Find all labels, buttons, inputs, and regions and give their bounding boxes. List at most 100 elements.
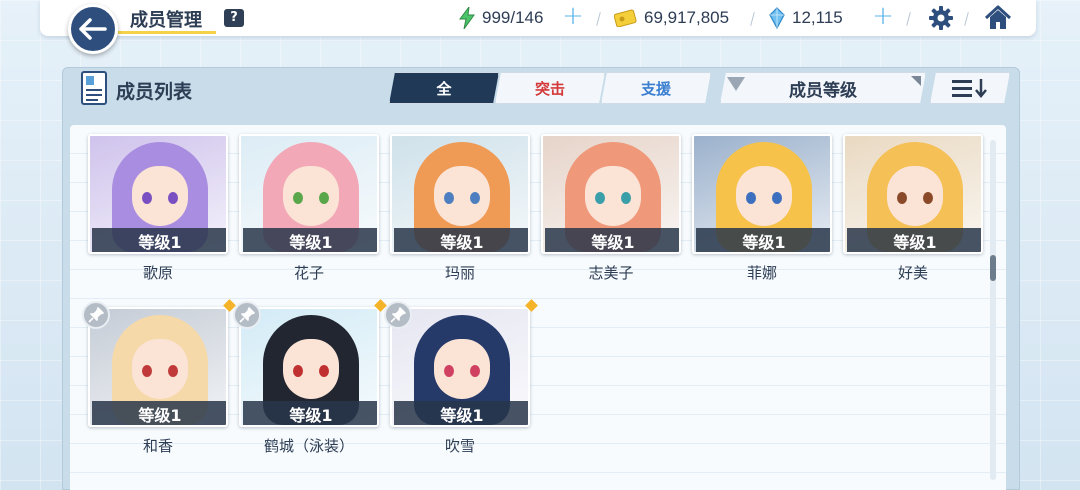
face-shape	[585, 166, 641, 226]
member-card[interactable]: 等级1 好美	[843, 134, 983, 282]
member-name: 志美子	[588, 264, 634, 282]
member-card[interactable]: 等级1 花子	[239, 134, 379, 282]
member-name: 好美	[897, 264, 928, 282]
credits-display: 69,917,805	[614, 8, 729, 28]
eye-shape	[595, 192, 605, 204]
add-gems-button[interactable]: +	[872, 3, 894, 29]
eye-shape	[444, 365, 454, 377]
eye-shape	[293, 365, 303, 377]
credit-card-icon	[614, 9, 637, 27]
eye-shape	[293, 192, 303, 204]
panel-title: 成员列表	[116, 81, 193, 103]
member-card[interactable]: 等级1 玛丽	[390, 134, 530, 282]
eye-shape	[142, 365, 152, 377]
back-button[interactable]	[68, 4, 118, 54]
scrollbar-track	[990, 140, 996, 480]
eye-shape	[897, 192, 907, 204]
member-level: 等级1	[243, 228, 377, 252]
member-name: 和香	[142, 437, 173, 455]
eye-shape	[444, 192, 454, 204]
member-level: 等级1	[696, 228, 830, 252]
face-shape	[283, 339, 339, 399]
corner-marker	[911, 76, 921, 86]
eye-shape	[142, 192, 152, 204]
sort-order-button[interactable]	[930, 72, 1010, 104]
member-portrait: 等级1	[390, 134, 530, 254]
member-portrait: 等级1	[843, 134, 983, 254]
stamina-display: 999/146	[458, 7, 544, 29]
member-card[interactable]: 等级1 吹雪	[384, 299, 538, 455]
eye-shape	[168, 365, 178, 377]
member-portrait: 等级1	[239, 134, 379, 254]
scrollbar-thumb[interactable]	[990, 255, 996, 281]
member-level: 等级1	[394, 228, 528, 252]
tab-striker[interactable]: 突击	[495, 72, 605, 104]
title-underline	[118, 31, 216, 34]
member-list-icon	[80, 70, 110, 106]
member-name: 菲娜	[746, 264, 777, 282]
home-button[interactable]	[984, 5, 1012, 31]
member-portrait: 等级1	[88, 307, 228, 427]
page-title: 成员管理	[130, 10, 202, 31]
stamina-value: 999/146	[482, 8, 544, 27]
member-level: 等级1	[243, 401, 377, 425]
member-name: 吹雪	[444, 437, 475, 455]
settings-button[interactable]	[928, 5, 954, 31]
member-name: 玛丽	[444, 264, 475, 282]
member-name: 花子	[293, 264, 324, 282]
member-card[interactable]: 等级1 和香	[82, 299, 236, 455]
member-portrait: 等级1	[390, 307, 530, 427]
member-card[interactable]: 等级1 菲娜	[692, 134, 832, 282]
face-shape	[283, 166, 339, 226]
member-level: 等级1	[545, 228, 679, 252]
eye-shape	[470, 365, 480, 377]
face-shape	[132, 166, 188, 226]
member-name: 鹤城（泳装）	[263, 437, 354, 455]
member-portrait: 等级1	[239, 307, 379, 427]
filter-icon	[727, 77, 745, 91]
gem-icon	[769, 7, 785, 29]
eye-shape	[168, 192, 178, 204]
face-shape	[736, 166, 792, 226]
eye-shape	[772, 192, 782, 204]
lightning-icon	[459, 7, 475, 29]
face-shape	[887, 166, 943, 226]
pin-icon[interactable]	[233, 301, 261, 329]
gear-icon	[929, 6, 953, 30]
tab-support[interactable]: 支援	[601, 72, 711, 104]
filter-tabs: 全 突击 支援	[389, 72, 707, 104]
eye-shape	[621, 192, 631, 204]
member-portrait: 等级1	[692, 134, 832, 254]
member-level: 等级1	[847, 228, 981, 252]
tab-all[interactable]: 全	[389, 72, 499, 104]
face-shape	[434, 339, 490, 399]
eye-shape	[470, 192, 480, 204]
gems-display: 12,115	[768, 7, 843, 29]
member-name: 歌原	[142, 264, 173, 282]
help-button[interactable]: ?	[224, 9, 244, 27]
sort-label: 成员等级	[789, 80, 857, 101]
eye-shape	[923, 192, 933, 204]
pin-icon[interactable]	[82, 301, 110, 329]
member-card[interactable]: 等级1 歌原	[88, 134, 228, 282]
face-shape	[132, 339, 188, 399]
member-portrait: 等级1	[541, 134, 681, 254]
eye-shape	[746, 192, 756, 204]
sort-descending-icon	[950, 77, 990, 99]
gems-value: 12,115	[792, 8, 843, 27]
credits-value: 69,917,805	[644, 8, 730, 27]
add-stamina-button[interactable]: +	[562, 3, 584, 29]
eye-shape	[319, 365, 329, 377]
face-shape	[434, 166, 490, 226]
arrow-left-icon	[79, 18, 107, 40]
member-portrait: 等级1	[88, 134, 228, 254]
member-level: 等级1	[92, 228, 226, 252]
home-icon	[984, 5, 1012, 29]
eye-shape	[319, 192, 329, 204]
member-level: 等级1	[92, 401, 226, 425]
member-card[interactable]: 等级1 志美子	[541, 134, 681, 282]
member-card[interactable]: 等级1 鹤城（泳装）	[233, 299, 387, 455]
sort-dropdown[interactable]: 成员等级	[720, 72, 926, 104]
pin-icon[interactable]	[384, 301, 412, 329]
member-level: 等级1	[394, 401, 528, 425]
